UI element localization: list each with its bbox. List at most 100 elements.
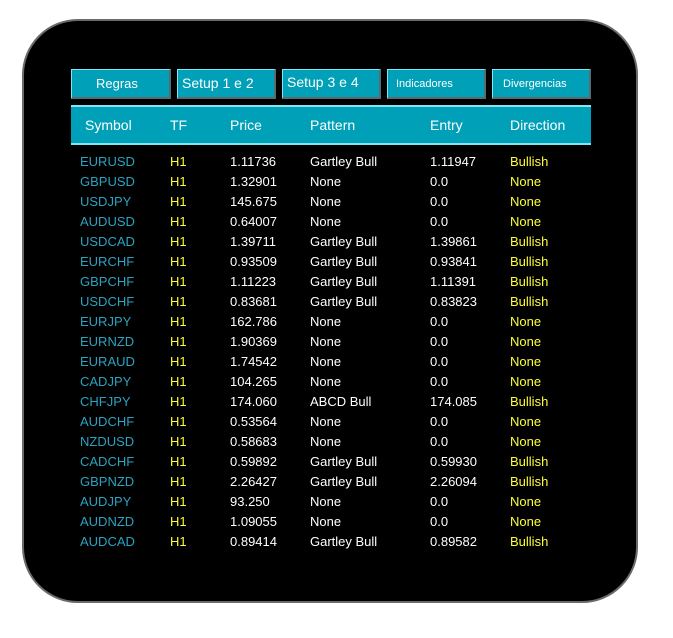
cell-entry: 0.0 — [430, 514, 449, 529]
table-row: EURUSD H1 1.11736 Gartley Bull 1.11947 Bullis… — [24, 152, 636, 172]
cell-tf: H1 — [170, 294, 187, 309]
cell-symbol: AUDCHF — [80, 414, 135, 429]
cell-pattern: None — [310, 314, 342, 329]
cell-symbol: CADJPY — [80, 374, 132, 389]
tab-divergencias[interactable]: Divergencias — [492, 69, 591, 99]
table-row: USDCAD H1 1.39711 Gartley Bull 1.39861 Bullis… — [24, 232, 636, 252]
cell-price: 1.32901 — [230, 174, 277, 189]
table-row: EURJPY H1 162.786 None 0.0 None — [24, 312, 636, 332]
cell-symbol: AUDJPY — [80, 494, 132, 509]
cell-symbol: AUDUSD — [80, 214, 135, 229]
table-row: EURNZD H1 1.90369 None 0.0 None — [24, 332, 636, 352]
cell-price: 0.83681 — [230, 294, 277, 309]
cell-price: 0.89414 — [230, 534, 277, 549]
cell-entry: 0.0 — [430, 354, 449, 369]
cell-direction: None — [510, 374, 542, 389]
cell-entry: 0.0 — [430, 194, 449, 209]
cell-tf: H1 — [170, 434, 187, 449]
column-header-pattern: Pattern — [310, 117, 356, 133]
cell-price: 0.58683 — [230, 434, 277, 449]
cell-entry: 0.0 — [430, 314, 449, 329]
cell-pattern: Gartley Bull — [310, 454, 378, 469]
cell-pattern: None — [310, 334, 342, 349]
cell-entry: 0.0 — [430, 494, 449, 509]
cell-direction: None — [510, 214, 542, 229]
tab-label: Divergencias — [503, 78, 567, 90]
tab-regras[interactable]: Regras — [71, 69, 171, 99]
cell-direction: None — [510, 334, 542, 349]
table-row: CADJPY H1 104.265 None 0.0 None — [24, 372, 636, 392]
cell-direction: None — [510, 354, 542, 369]
cell-entry: 2.26094 — [430, 474, 477, 489]
tab-setup-3-e-4[interactable]: Setup 3 e 4 — [282, 69, 381, 99]
cell-price: 0.53564 — [230, 414, 277, 429]
cell-price: 2.26427 — [230, 474, 277, 489]
cell-price: 1.74542 — [230, 354, 277, 369]
cell-direction: None — [510, 434, 542, 449]
column-header-price: Price — [230, 117, 262, 133]
table-row: GBPNZD H1 2.26427 Gartley Bull 2.26094 Bullis… — [24, 472, 636, 492]
cell-entry: 0.0 — [430, 214, 449, 229]
cell-tf: H1 — [170, 254, 187, 269]
cell-symbol: GBPNZD — [80, 474, 135, 489]
cell-price: 0.64007 — [230, 214, 277, 229]
cell-direction: Bullish — [510, 154, 549, 169]
cell-pattern: None — [310, 194, 342, 209]
cell-tf: H1 — [170, 474, 187, 489]
scanner-panel: Regras Setup 1 e 2 Setup 3 e 4 Indicador… — [22, 19, 638, 603]
cell-direction: Bullish — [510, 454, 549, 469]
tab-indicadores[interactable]: Indicadores — [387, 69, 486, 99]
cell-price: 1.11736 — [230, 154, 277, 169]
cell-direction: Bullish — [510, 234, 549, 249]
cell-pattern: Gartley Bull — [310, 474, 378, 489]
cell-pattern: None — [310, 174, 342, 189]
cell-tf: H1 — [170, 414, 187, 429]
cell-pattern: Gartley Bull — [310, 254, 378, 269]
cell-price: 162.786 — [230, 314, 277, 329]
cell-direction: Bullish — [510, 474, 549, 489]
tab-label: Indicadores — [396, 78, 453, 90]
table-row: AUDCAD H1 0.89414 Gartley Bull 0.89582 Bullis… — [24, 532, 636, 552]
cell-direction: Bullish — [510, 394, 549, 409]
cell-entry: 174.085 — [430, 394, 477, 409]
cell-tf: H1 — [170, 514, 187, 529]
table-row: AUDJPY H1 93.250 None 0.0 None — [24, 492, 636, 512]
tab-setup-1-e-2[interactable]: Setup 1 e 2 — [177, 69, 276, 99]
cell-pattern: Gartley Bull — [310, 294, 378, 309]
table-row: CADCHF H1 0.59892 Gartley Bull 0.59930 Bullis… — [24, 452, 636, 472]
cell-symbol: GBPUSD — [80, 174, 135, 189]
cell-tf: H1 — [170, 494, 187, 509]
cell-entry: 0.93841 — [430, 254, 477, 269]
cell-pattern: ABCD Bull — [310, 394, 372, 409]
cell-tf: H1 — [170, 274, 187, 289]
cell-direction: None — [510, 194, 542, 209]
cell-entry: 0.0 — [430, 434, 449, 449]
cell-pattern: Gartley Bull — [310, 234, 378, 249]
cell-direction: None — [510, 494, 542, 509]
cell-price: 0.93509 — [230, 254, 277, 269]
cell-direction: Bullish — [510, 254, 549, 269]
cell-tf: H1 — [170, 314, 187, 329]
cell-symbol: USDJPY — [80, 194, 132, 209]
cell-entry: 1.11947 — [430, 154, 477, 169]
cell-tf: H1 — [170, 174, 187, 189]
table-row: CHFJPY H1 174.060 ABCD Bull 174.085 Bullish — [24, 392, 636, 412]
table-header: Symbol TF Price Pattern Entry Direction — [71, 105, 591, 145]
cell-entry: 0.0 — [430, 334, 449, 349]
table-row: EURCHF H1 0.93509 Gartley Bull 0.93841 Bullis… — [24, 252, 636, 272]
cell-tf: H1 — [170, 154, 187, 169]
cell-tf: H1 — [170, 214, 187, 229]
cell-price: 1.90369 — [230, 334, 277, 349]
cell-entry: 0.0 — [430, 414, 449, 429]
cell-symbol: EURCHF — [80, 254, 135, 269]
cell-entry: 0.89582 — [430, 534, 477, 549]
cell-price: 1.09055 — [230, 514, 277, 529]
cell-entry: 0.59930 — [430, 454, 477, 469]
cell-direction: Bullish — [510, 534, 549, 549]
cell-pattern: None — [310, 374, 342, 389]
cell-direction: None — [510, 314, 542, 329]
cell-symbol: USDCAD — [80, 234, 135, 249]
cell-tf: H1 — [170, 334, 187, 349]
cell-direction: None — [510, 514, 542, 529]
cell-symbol: USDCHF — [80, 294, 135, 309]
